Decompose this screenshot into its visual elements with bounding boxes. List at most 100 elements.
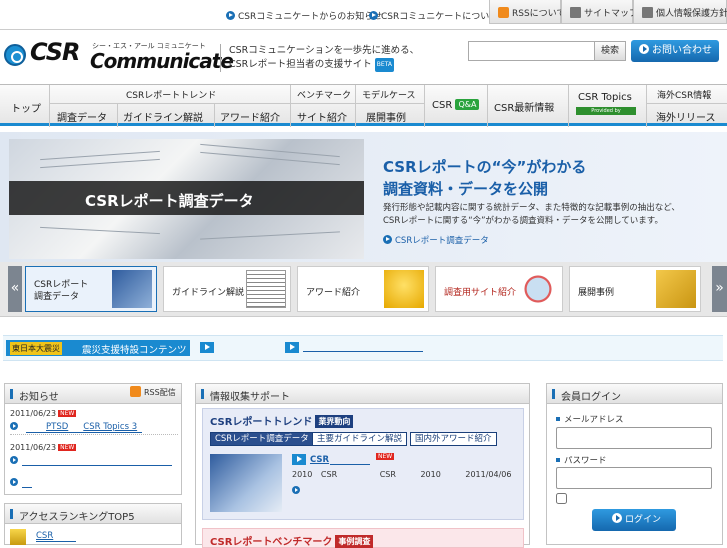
article-thumbnail[interactable] [210,454,282,512]
sitemap-tab[interactable]: サイトマップ [561,0,638,24]
nav-model: モデルケース [362,91,416,101]
nav-divider [290,103,424,104]
carousel-card-cases[interactable]: 展開事例 [569,266,701,312]
news-item-link[interactable] [10,478,22,488]
news-date: 2011/06/23 NEW [10,443,77,452]
rss-tab-label: RSSについて [512,9,566,19]
arrow-icon [10,478,18,486]
login-button[interactable]: ログイン [592,509,676,531]
arrow-icon [10,422,18,430]
notebook-icon [246,270,286,308]
nav-topics[interactable]: CSR Topics [578,92,632,103]
nav-csr-qa[interactable]: CSR Q&A [432,99,480,111]
carousel-next-button[interactable]: » [712,266,727,312]
trend-heading-label: CSRレポートトレンド [210,417,313,428]
rss-tab[interactable]: RSSについて [489,0,565,24]
nav-divider [49,103,290,104]
nav-overseas[interactable]: 海外CSR情報 [657,88,711,101]
info-title: 情報収集サポート [196,384,529,404]
rss-feed-link[interactable]: RSS配信 [130,386,176,398]
news-item-link[interactable]: PTSD CSR Topics 3 [10,422,137,432]
contact-button[interactable]: お問い合わせ [631,40,719,62]
hero-headline: CSRレポートの“今”がわかる 調査資料・データを公開 [383,156,586,200]
hero-headline-line1: CSRレポートの“今”がわかる [383,158,587,176]
carousel-prev-button[interactable]: « [8,266,22,312]
arrow-icon [369,11,378,20]
nav-cases[interactable]: 展開事例 [366,109,406,124]
tab-award[interactable]: 国内外アワード紹介 [410,432,497,446]
nav-guideline[interactable]: ガイドライン解説 [123,109,203,124]
trophy-icon [384,270,424,308]
email-field[interactable] [556,427,712,449]
hero-description: 発行形態や記載内容に関する統計データ、また特徴的な記載事例の抽出など、 CSRレ… [383,202,680,228]
nav-divider [646,103,727,104]
search-input[interactable] [468,41,595,61]
hero-headline-line2: 調査資料・データを公開 [383,180,549,198]
bullet-icon [556,417,560,421]
nav-site-intro[interactable]: サイト紹介 [297,109,347,124]
nav-csr-qa-label: CSR [432,100,453,111]
bench-tag: 事例調査 [335,535,374,548]
news-date: 2011/06/23 NEW [10,409,77,418]
link-underline [330,464,370,465]
news-item-link[interactable] [10,456,22,466]
nav-latest[interactable]: CSR最新情報 [494,99,554,114]
play-icon[interactable] [292,454,306,465]
email-label-text: メールアドレス [564,415,624,425]
rss-icon [498,7,509,18]
news-item-text: PTSD [46,422,69,432]
news-date-text: 2011/06/23 [10,443,57,452]
email-label: メールアドレス [556,413,624,425]
hero-link[interactable]: CSRレポート調査データ [383,234,489,246]
password-field[interactable] [556,467,712,489]
logo-mark-icon[interactable] [4,44,26,66]
bullet-icon [556,458,560,462]
new-badge: NEW [376,453,395,460]
article-title-link[interactable]: CSR [310,455,329,465]
privacy-tab[interactable]: 個人情報保護方針 [633,0,727,24]
remember-checkbox[interactable] [556,493,567,504]
carousel-card-label: CSRレポート 調査データ [34,279,88,303]
logo-text[interactable]: CSR [30,38,81,66]
carousel-card-label: 調査用サイト紹介 [444,288,517,298]
privacy-tab-label: 個人情報保護方針 [656,9,727,19]
trend-tag: 業界動向 [315,415,354,428]
about-link[interactable]: CSRコミュニケートについて [369,9,498,22]
tab-survey-data[interactable]: CSRレポート調査データ [210,432,314,446]
trend-heading[interactable]: CSRレポートトレンド 業界動向 [210,413,354,428]
password-label-text: パスワード [564,456,607,466]
beta-badge: BETA [374,58,395,72]
nav-award[interactable]: アワード紹介 [220,109,280,124]
provided-by-badge: Provided by [576,107,636,115]
sitemap-icon [570,7,581,18]
article-more-link[interactable] [292,483,304,496]
search-button[interactable]: 検索 [594,41,626,61]
lock-icon [642,7,653,18]
carousel-card-survey[interactable]: CSRレポート 調査データ [25,266,157,312]
news-link[interactable]: CSRコミュニケートからのお知らせ [226,9,382,22]
login-button-label: ログイン [625,515,662,525]
bench-heading[interactable]: CSRレポートベンチマーク 事例調査 [210,533,374,548]
carousel-card-guideline[interactable]: ガイドライン解説 [163,266,291,312]
logo-subtext[interactable]: Communicate [90,49,234,73]
nav-top[interactable]: トップ [11,100,41,115]
ranking-item-link[interactable]: CSR [36,531,53,541]
carousel-card-award[interactable]: アワード紹介 [297,266,429,312]
play-icon[interactable] [200,342,214,353]
book-thumb-icon [112,270,152,308]
news-link-label: CSRコミュニケートからのお知らせ [238,12,383,22]
arrow-icon [612,513,622,523]
play-icon[interactable] [285,342,299,353]
tab-guideline[interactable]: 主要ガイドライン解説 [312,432,408,446]
arrow-icon [383,235,392,244]
password-label: パスワード [556,454,607,466]
sitemap-tab-label: サイトマップ [584,9,639,19]
nav-overseas-release[interactable]: 海外リリース [656,109,716,124]
link-underline [22,487,32,488]
disaster-tag: 東日本大震災 [10,342,62,355]
carousel-card-research-sites[interactable]: 調査用サイト紹介 [435,266,563,312]
meta-text: CSR [320,470,338,479]
nav-divider [214,104,215,127]
nav-survey[interactable]: 調査データ [57,109,107,124]
article-meta: 2010 CSR CSR 2010 2011/04/06 [292,470,522,479]
